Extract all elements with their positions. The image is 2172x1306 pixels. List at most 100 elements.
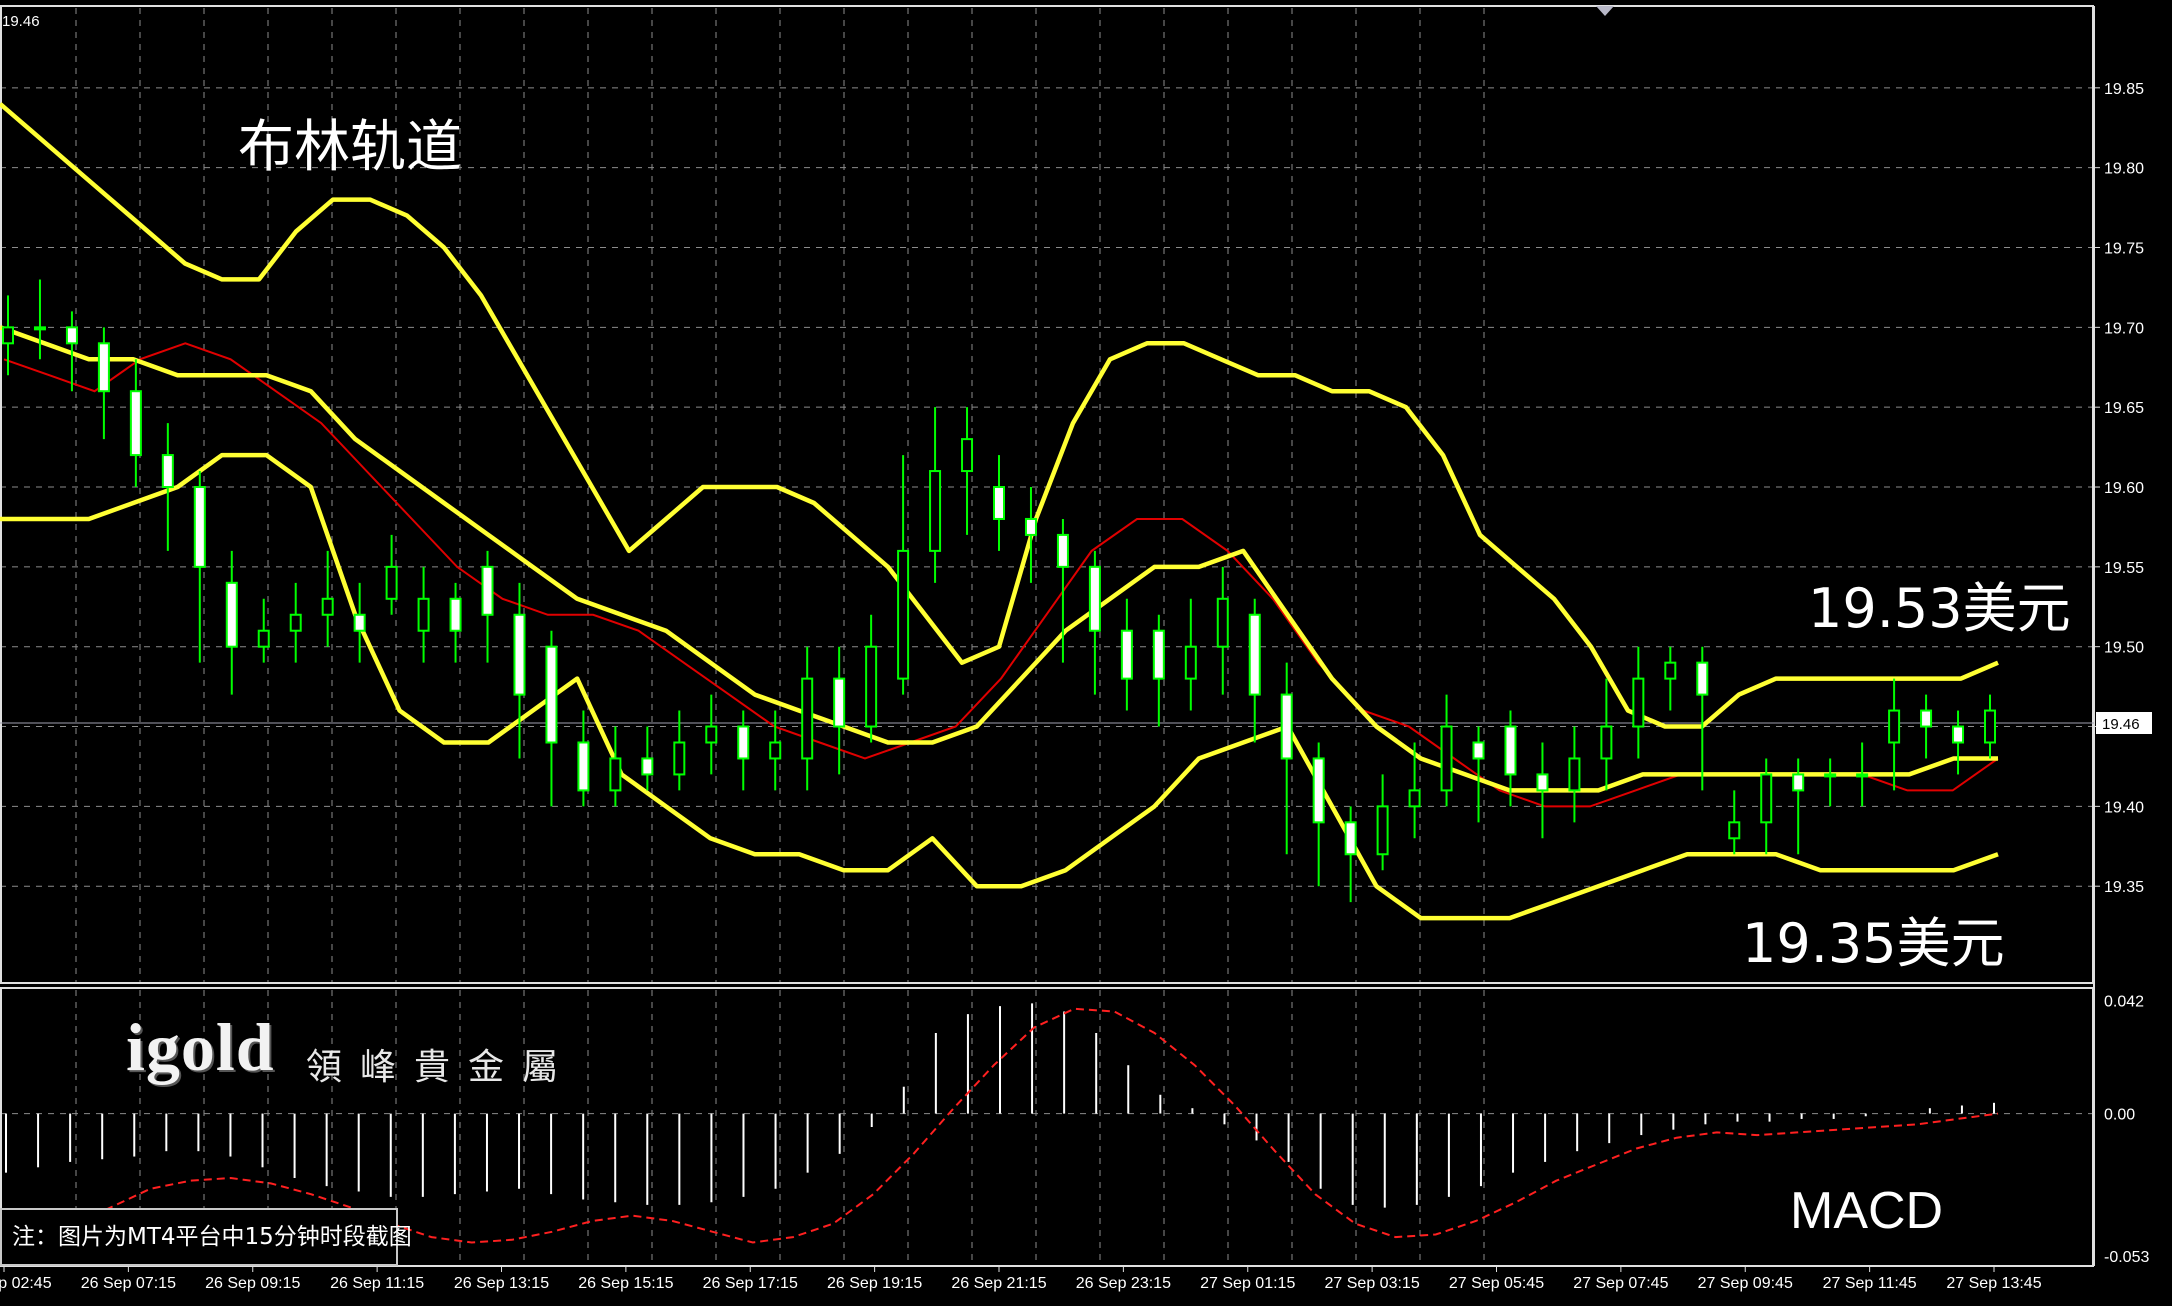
candle-body <box>97 342 110 393</box>
candle-body <box>1024 517 1037 536</box>
candle-body <box>673 741 686 776</box>
candle-body <box>1120 629 1133 680</box>
time-tick-label: 27 Sep 11:45 <box>1823 1275 1917 1292</box>
time-tick-label: 27 Sep 03:15 <box>1325 1275 1420 1292</box>
time-tick-label: 26 Sep 11:15 <box>330 1275 424 1292</box>
candle-body <box>1440 725 1453 792</box>
time-tick-label: 26 Sep 19:15 <box>827 1275 922 1292</box>
chart-title: 布林轨道 <box>238 115 462 180</box>
price-tick-label: 19.40 <box>2104 799 2144 816</box>
time-tick-label: 26 Sep 21:15 <box>951 1275 1046 1292</box>
candle-body <box>929 470 942 552</box>
candle-body <box>2 326 14 345</box>
current-price-tag-text: 19.46 <box>2102 716 2140 733</box>
candle-body <box>993 486 1005 520</box>
lower-band-value-label: 19.35美元 <box>1742 912 2005 975</box>
candle-body <box>1664 661 1677 680</box>
candle-body <box>1888 709 1901 744</box>
price-tick-label: 19.60 <box>2104 480 2144 497</box>
candle-body <box>1792 773 1805 792</box>
macd-tick-label: -0.053 <box>2104 1249 2149 1266</box>
time-tick-label: 26 Sep 09:15 <box>205 1275 300 1292</box>
igold-logo: igold <box>126 1009 275 1085</box>
time-tick-label: 26 Sep 13:15 <box>454 1275 549 1292</box>
candle-body <box>1184 645 1197 680</box>
candle-body <box>353 613 366 632</box>
price-tick-label: 19.65 <box>2104 400 2144 417</box>
macd-tick-label: 0.042 <box>2104 994 2144 1011</box>
candle-body <box>1376 805 1389 856</box>
candle-body <box>1696 661 1709 696</box>
candle-body <box>1504 725 1517 776</box>
candle-body <box>225 581 238 648</box>
candle-body <box>417 597 430 632</box>
candle-body <box>833 677 846 728</box>
candle-body <box>865 645 878 728</box>
candle-body <box>33 326 46 331</box>
upper-band-value-label: 19.53美元 <box>1808 577 2071 640</box>
corner-price-text: 19.46 <box>2 13 40 30</box>
candle-body <box>513 613 526 696</box>
time-tick-label: 26 Sep 02:45 <box>0 1275 52 1292</box>
time-tick-label: 27 Sep 09:45 <box>1698 1275 1793 1292</box>
igold-logo-chinese: 領峰貴金屬 <box>306 1047 577 1088</box>
candle-body <box>161 454 174 489</box>
candle-body <box>1920 709 1933 728</box>
candle-body <box>801 677 814 760</box>
candle-body <box>1408 789 1421 808</box>
time-tick-label: 26 Sep 15:15 <box>578 1275 673 1292</box>
candle-body <box>1600 725 1613 760</box>
price-tick-label: 19.55 <box>2104 560 2144 577</box>
candle-body <box>1312 757 1325 824</box>
screenshot-note: 注：图片为MT4平台中15分钟时段截图 <box>0 1208 412 1266</box>
candle-body <box>385 565 398 600</box>
macd-label: MACD <box>1790 1182 1943 1240</box>
candle-body <box>1216 597 1229 648</box>
time-tick-label: 27 Sep 01:15 <box>1200 1275 1295 1292</box>
time-tick-label: 26 Sep 07:15 <box>81 1275 176 1292</box>
candle-body <box>1760 773 1773 824</box>
mt4-chart: 19.85 19.80 19.75 19.70 19.65 19.60 19.55 19.50… <box>0 0 2172 1306</box>
candle-body <box>545 645 558 744</box>
candle-body <box>289 613 302 632</box>
candle-body <box>1472 741 1485 760</box>
time-tick-label: 27 Sep 13:45 <box>1946 1275 2041 1292</box>
time-tick-label: 26 Sep 23:15 <box>1076 1275 1171 1292</box>
candle-body <box>705 725 718 744</box>
candle-body <box>1280 693 1293 760</box>
candle-body <box>1728 821 1741 840</box>
candle-body <box>737 725 750 760</box>
candle-body <box>1088 565 1101 632</box>
candle-body <box>769 741 782 760</box>
macd-tick-label: 0.00 <box>2104 1107 2135 1124</box>
candle-body <box>65 326 78 345</box>
candle-body <box>1056 533 1069 568</box>
price-tick-label: 19.85 <box>2104 81 2144 98</box>
price-tick-label: 19.80 <box>2104 161 2144 178</box>
candle-body <box>481 565 494 616</box>
candle-body <box>449 597 462 632</box>
candle-body <box>1152 629 1165 680</box>
time-tick-label: 27 Sep 05:45 <box>1449 1275 1544 1292</box>
candle-body <box>1344 821 1357 856</box>
candle-body <box>577 741 590 792</box>
candle-body <box>961 438 974 473</box>
candle-body <box>1248 613 1261 696</box>
candle-body <box>1952 725 1965 744</box>
chart-background <box>0 0 2172 1306</box>
candle-body <box>1824 773 1837 778</box>
candle-body <box>257 629 270 648</box>
candle-body <box>129 390 142 457</box>
candle-body <box>193 486 206 568</box>
time-tick-label: 26 Sep 17:15 <box>703 1275 798 1292</box>
price-tick-label: 19.50 <box>2104 640 2144 657</box>
candle-body <box>609 757 622 792</box>
price-tick-label: 19.35 <box>2104 879 2144 896</box>
candle-body <box>641 757 654 776</box>
candle-body <box>1632 677 1645 728</box>
candle-body <box>321 597 334 616</box>
candle-body <box>1568 757 1581 792</box>
candle-body <box>1856 773 1869 778</box>
candle-body <box>1984 709 1996 744</box>
candle-body <box>897 549 910 680</box>
